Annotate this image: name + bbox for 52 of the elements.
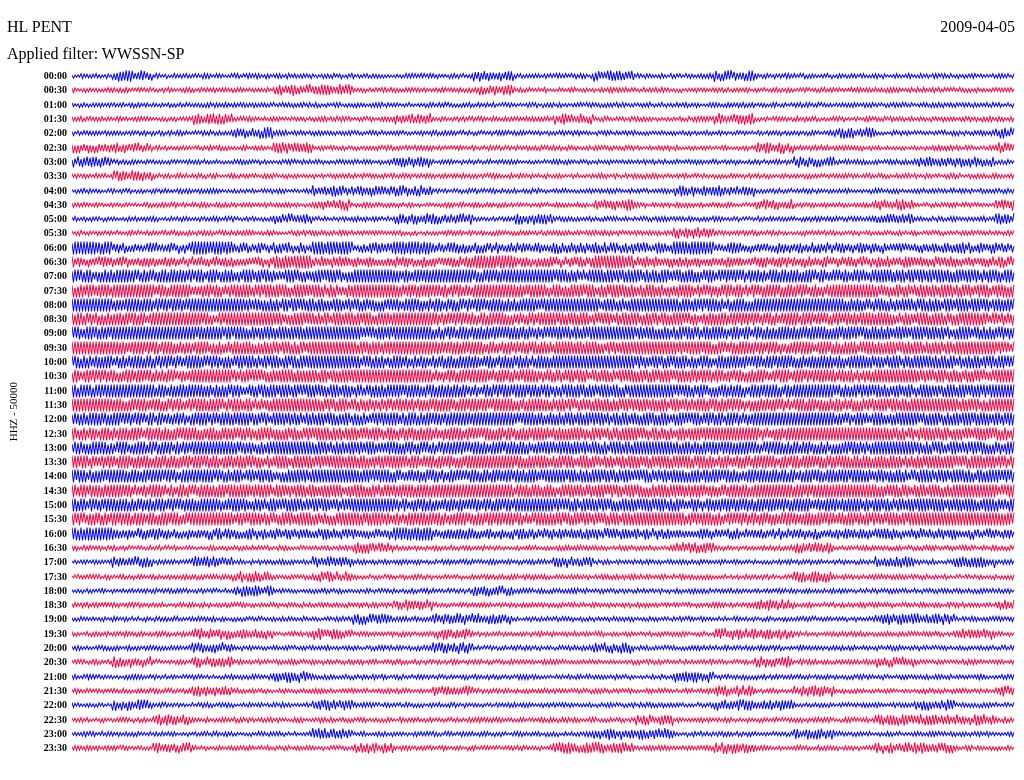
- time-label: 14:30: [42, 484, 67, 497]
- time-label: 11:30: [43, 398, 67, 411]
- time-label: 03:00: [42, 155, 67, 168]
- time-label: 09:30: [42, 341, 67, 354]
- time-label: 05:00: [42, 213, 67, 226]
- axis-label: HHZ - 50000: [7, 382, 20, 442]
- time-label: 05:30: [42, 227, 67, 240]
- time-label: 12:30: [42, 427, 67, 440]
- time-label: 23:30: [42, 742, 67, 755]
- time-label: 02:00: [42, 127, 67, 140]
- time-label: 00:00: [42, 70, 67, 83]
- time-label: 17:30: [42, 570, 67, 583]
- time-label: 21:30: [42, 684, 67, 697]
- time-label: 04:00: [42, 184, 67, 197]
- time-label: 10:00: [42, 356, 67, 369]
- time-label: 06:00: [42, 241, 67, 254]
- time-label: 02:30: [42, 141, 67, 154]
- time-label: 08:00: [42, 298, 67, 311]
- time-label: 16:30: [42, 541, 67, 554]
- time-label: 07:30: [42, 284, 67, 297]
- time-label: 13:30: [42, 456, 67, 469]
- time-label: 14:00: [42, 470, 67, 483]
- time-label: 22:30: [42, 713, 67, 726]
- time-label: 15:00: [42, 499, 67, 512]
- time-label: 23:00: [42, 727, 67, 740]
- time-label: 22:00: [42, 699, 67, 712]
- time-label: 08:30: [42, 313, 67, 326]
- station-title: HL PENT: [7, 18, 72, 36]
- time-label: 12:00: [42, 413, 67, 426]
- time-label: 21:00: [42, 670, 67, 683]
- time-label: 15:30: [42, 513, 67, 526]
- time-label: 18:00: [42, 584, 67, 597]
- time-label: 01:00: [42, 98, 67, 111]
- time-label: 01:30: [42, 113, 67, 126]
- time-label: 11:00: [43, 384, 67, 397]
- time-label: 10:30: [42, 370, 67, 383]
- date-label: 2009-04-05: [940, 18, 1015, 36]
- time-label: 06:30: [42, 256, 67, 268]
- time-label: 18:30: [42, 599, 67, 612]
- time-label: 04:30: [42, 198, 67, 211]
- time-label: 17:00: [42, 556, 67, 569]
- time-label: 19:30: [42, 627, 67, 640]
- time-label: 20:30: [42, 656, 67, 669]
- time-label: 20:00: [42, 642, 67, 654]
- time-label: 09:00: [42, 327, 67, 340]
- time-label: 13:00: [42, 441, 67, 454]
- time-label: 19:00: [42, 613, 67, 626]
- time-label: 16:00: [42, 527, 67, 540]
- time-label: 07:00: [42, 270, 67, 283]
- filter-label: Applied filter: WWSSN-SP: [7, 45, 186, 63]
- time-label: 00:30: [42, 84, 67, 97]
- time-label: 03:30: [42, 170, 67, 183]
